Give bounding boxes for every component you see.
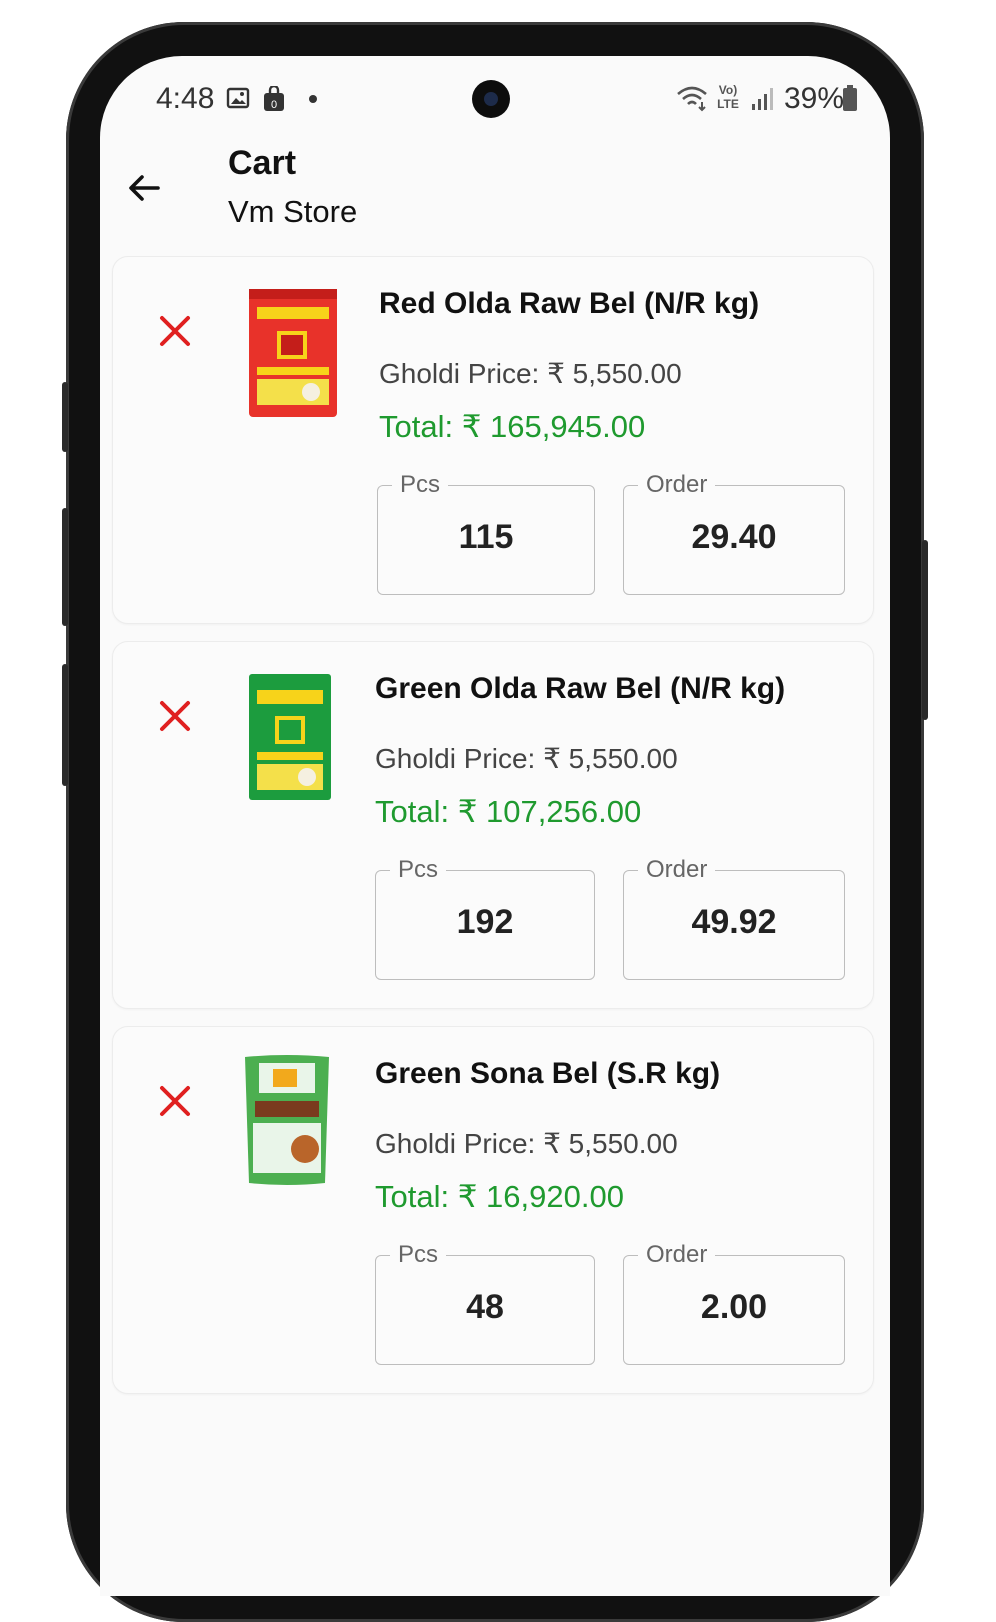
battery-percentage: 39% bbox=[784, 82, 845, 115]
cart-item-card: Green Olda Raw Bel (N/R kg) Gholdi Price… bbox=[112, 641, 874, 1009]
order-value[interactable]: 2.00 bbox=[624, 1288, 844, 1327]
back-arrow-icon[interactable] bbox=[124, 168, 164, 208]
pcs-value[interactable]: 192 bbox=[376, 903, 594, 942]
order-label: Order bbox=[638, 855, 716, 885]
volume-up-button bbox=[62, 508, 68, 626]
product-total: Total: ₹ 165,945.00 bbox=[379, 409, 646, 444]
order-field[interactable]: Order 29.40 bbox=[623, 470, 845, 595]
remove-item-icon[interactable] bbox=[157, 313, 193, 349]
pcs-value[interactable]: 115 bbox=[378, 518, 594, 557]
volume-down-button bbox=[62, 664, 68, 786]
image-icon bbox=[226, 87, 250, 109]
status-bar: 4:48 0 Vo) LTE 39% bbox=[100, 56, 890, 146]
product-total: Total: ₹ 107,256.00 bbox=[375, 794, 642, 829]
cart-item-card: Red Olda Raw Bel (N/R kg) Gholdi Price: … bbox=[112, 256, 874, 624]
power-button bbox=[62, 382, 68, 452]
product-image bbox=[249, 289, 337, 417]
dot-icon bbox=[309, 95, 317, 103]
remove-item-icon[interactable] bbox=[157, 698, 193, 734]
pcs-field[interactable]: Pcs 115 bbox=[377, 470, 595, 595]
cart-item-card: Green Sona Bel (S.R kg) Gholdi Price: ₹ … bbox=[112, 1026, 874, 1394]
svg-text:Vo): Vo) bbox=[719, 83, 737, 97]
product-total: Total: ₹ 16,920.00 bbox=[375, 1179, 624, 1214]
order-value[interactable]: 49.92 bbox=[624, 903, 844, 942]
bag-icon: 0 bbox=[264, 86, 284, 111]
product-name: Green Sona Bel (S.R kg) bbox=[375, 1057, 721, 1090]
order-field[interactable]: Order 49.92 bbox=[623, 855, 845, 980]
status-time: 4:48 bbox=[156, 82, 215, 115]
svg-text:0: 0 bbox=[271, 99, 277, 111]
order-label: Order bbox=[638, 470, 716, 500]
order-label: Order bbox=[638, 1240, 716, 1270]
svg-text:LTE: LTE bbox=[717, 97, 739, 111]
product-price: Gholdi Price: ₹ 5,550.00 bbox=[375, 743, 678, 774]
pcs-label: Pcs bbox=[392, 470, 449, 500]
volte-icon: Vo) LTE bbox=[717, 83, 739, 111]
battery-icon bbox=[843, 85, 857, 111]
product-image bbox=[249, 674, 331, 800]
product-price: Gholdi Price: ₹ 5,550.00 bbox=[375, 1128, 678, 1159]
pcs-label: Pcs bbox=[390, 1240, 447, 1270]
pcs-label: Pcs bbox=[390, 855, 447, 885]
order-field[interactable]: Order 2.00 bbox=[623, 1240, 845, 1365]
page-title: Cart bbox=[228, 144, 297, 182]
product-image bbox=[245, 1055, 329, 1185]
remove-item-icon[interactable] bbox=[157, 1083, 193, 1119]
front-camera bbox=[472, 80, 510, 118]
store-name: Vm Store bbox=[228, 194, 358, 229]
pcs-field[interactable]: Pcs 192 bbox=[375, 855, 595, 980]
product-name: Red Olda Raw Bel (N/R kg) bbox=[379, 287, 760, 320]
pcs-field[interactable]: Pcs 48 bbox=[375, 1240, 595, 1365]
signal-icon bbox=[752, 88, 773, 110]
product-name: Green Olda Raw Bel (N/R kg) bbox=[375, 672, 786, 705]
side-button bbox=[922, 540, 928, 720]
phone-screen: 4:48 0 Vo) LTE 39% Cart Vm Store Red Old… bbox=[100, 56, 890, 1596]
wifi-icon bbox=[677, 86, 707, 112]
product-price: Gholdi Price: ₹ 5,550.00 bbox=[379, 358, 682, 389]
pcs-value[interactable]: 48 bbox=[376, 1288, 594, 1327]
order-value[interactable]: 29.40 bbox=[624, 518, 844, 557]
